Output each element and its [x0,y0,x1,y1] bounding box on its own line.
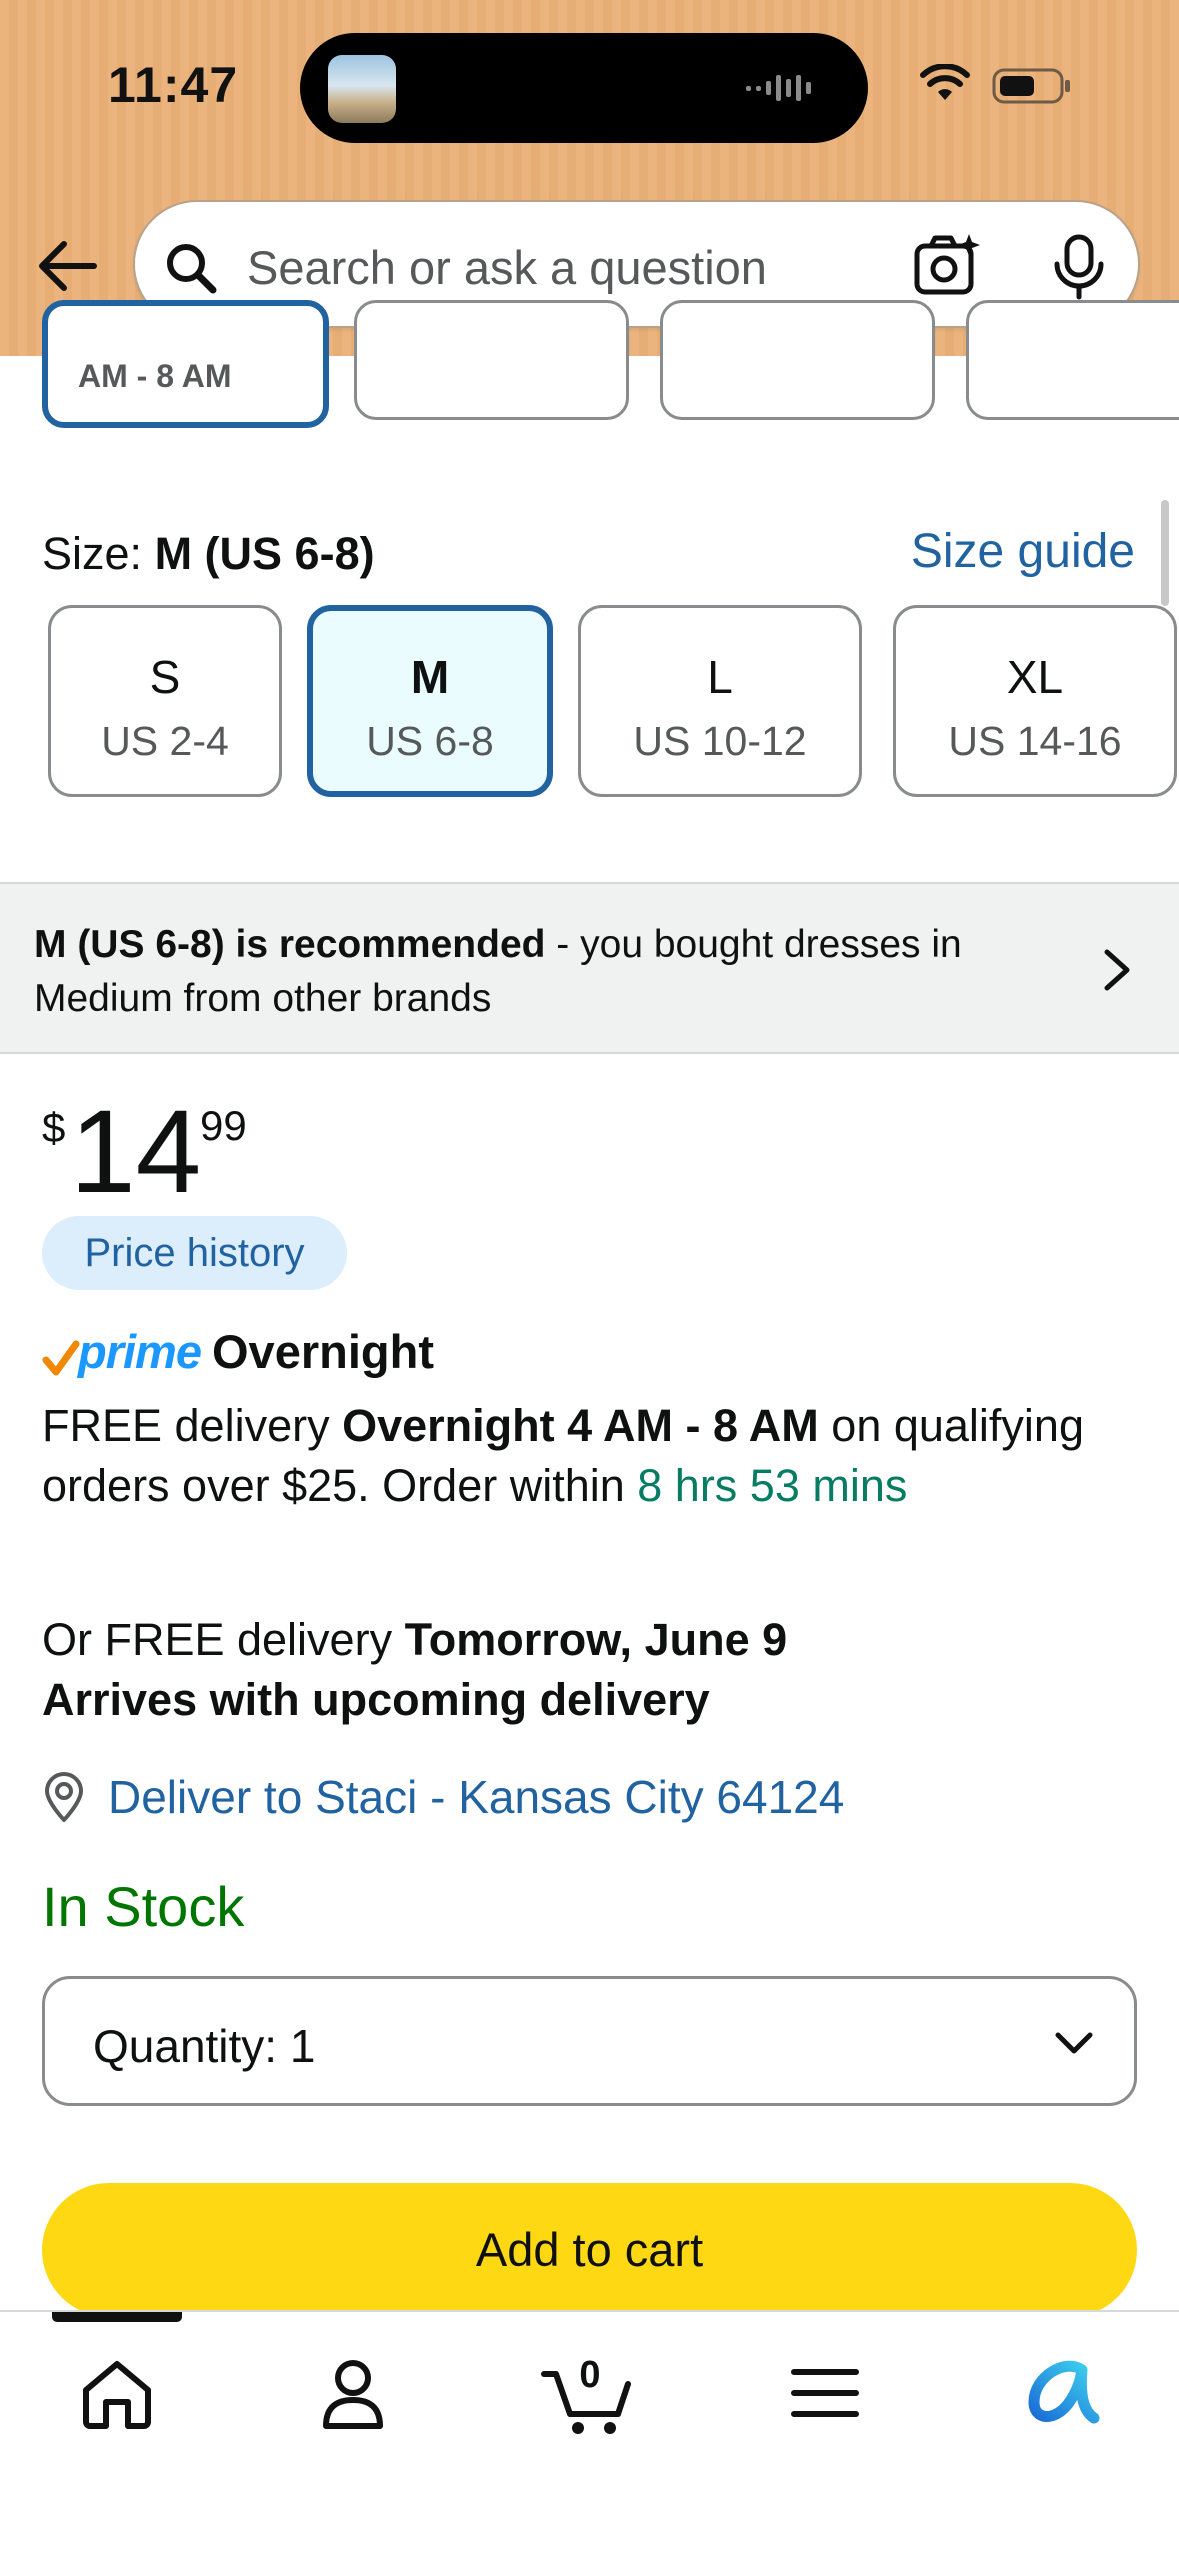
bottom-navigation: 0 [0,2310,1179,2556]
battery-icon [992,68,1070,104]
size-option-m[interactable]: M US 6-8 [307,605,553,797]
back-arrow-icon[interactable] [34,238,98,294]
location-pin-icon [45,1772,83,1822]
style-option[interactable] [966,300,1179,420]
order-countdown: 8 hrs 53 mins [637,1460,908,1511]
active-tab-indicator [52,2312,182,2322]
size-recommendation-banner[interactable]: M (US 6-8) is recommended - you bought d… [0,882,1179,1054]
style-option-selected[interactable]: AM - 8 AM [42,300,329,428]
cart-nav[interactable]: 0 [540,2348,640,2438]
wifi-icon [920,64,970,100]
account-icon[interactable] [308,2348,398,2438]
style-option[interactable] [354,300,629,420]
style-option[interactable] [660,300,935,420]
selected-size: M (US 6-8) [154,528,375,579]
prime-check-icon [42,1340,80,1376]
size-label: Size: M (US 6-8) [42,528,375,579]
search-icon [167,244,217,294]
now-playing-thumbnail [328,55,396,123]
delivery-alternative-text: Or FREE delivery Tomorrow, June 9 Arrives… [42,1614,788,1725]
status-time: 11:47 [108,57,239,113]
chevron-right-icon [1104,949,1130,991]
add-to-cart-button[interactable]: Add to cart [42,2183,1137,2317]
prime-delivery-title: Overnight [212,1325,434,1378]
size-guide-link[interactable]: Size guide [911,524,1135,579]
quantity-value: 1 [289,2020,316,2072]
recommendation-text: M (US 6-8) is recommended - you bought d… [34,923,962,1020]
audio-waveform-icon [746,75,811,101]
quantity-dropdown[interactable]: Quantity: 1 [42,1976,1137,2106]
microphone-icon[interactable] [1050,234,1108,300]
size-option-s[interactable]: S US 2-4 [48,605,282,797]
style-option-label: AM - 8 AM [78,358,232,394]
chevron-down-icon [1055,2032,1093,2054]
search-input[interactable]: Search or ask a question [247,240,767,295]
cart-count-badge: 0 [579,2354,601,2396]
camera-search-icon[interactable] [913,232,981,298]
size-option-l[interactable]: L US 10-12 [578,605,862,797]
size-option-xl[interactable]: XL US 14-16 [893,605,1177,797]
home-icon[interactable] [72,2348,162,2438]
delivery-primary-text: FREE delivery Overnight 4 AM - 8 AM on q… [42,1400,1084,1511]
stock-status: In Stock [42,1875,245,1938]
scrollbar[interactable] [1161,500,1169,606]
prime-logo: prime [78,1325,202,1378]
dynamic-island[interactable] [300,33,868,143]
rufus-assistant-icon[interactable] [1016,2348,1106,2438]
price-history-button[interactable]: Price history [42,1216,347,1290]
menu-icon[interactable] [780,2348,870,2438]
